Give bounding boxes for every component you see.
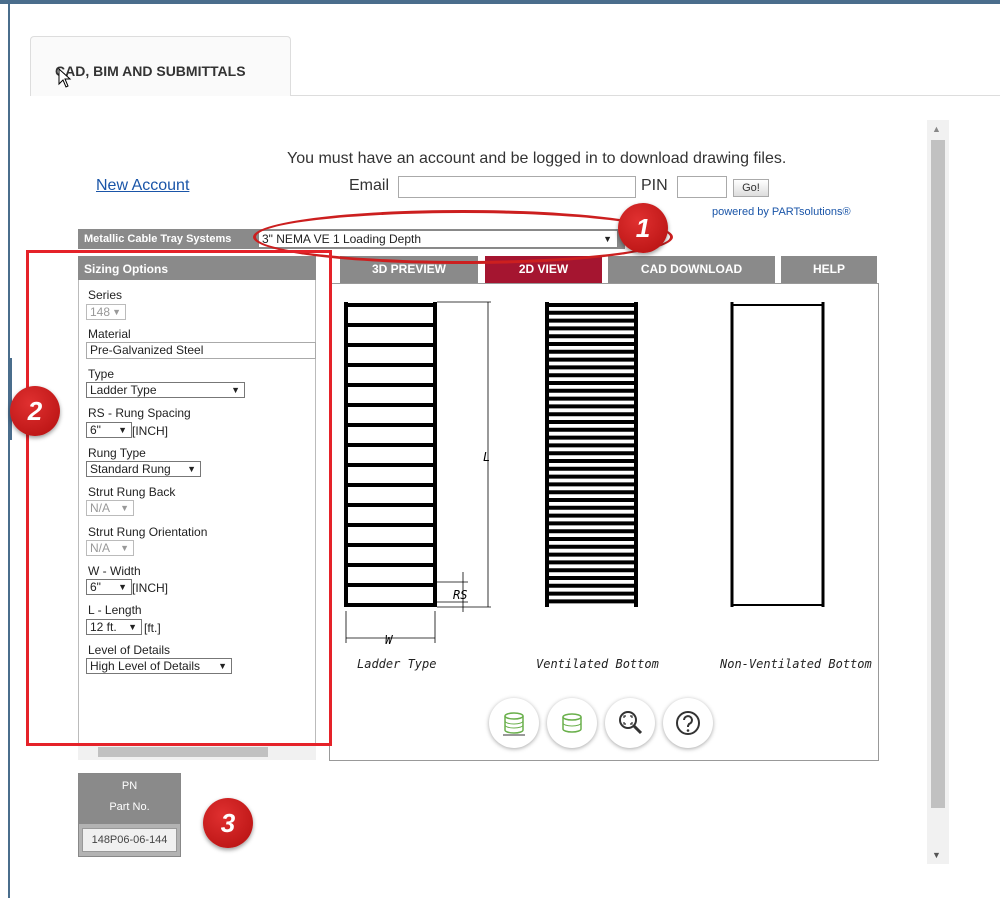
tab-help[interactable]: HELP bbox=[781, 256, 877, 283]
non-ventilated-bottom-caption: Non-Ventilated Bottom bbox=[720, 657, 872, 671]
email-field[interactable] bbox=[398, 176, 636, 198]
pn-label: PN bbox=[121, 780, 138, 792]
horizontal-scrollbar-thumb[interactable] bbox=[98, 747, 268, 757]
part-number-box: PN Part No. 148P06-06-144 bbox=[78, 773, 181, 857]
non-ventilated-bottom-drawing bbox=[730, 302, 825, 607]
go-button[interactable]: Go! bbox=[733, 179, 769, 197]
dim-w-label: W bbox=[385, 633, 394, 645]
tray-view-button[interactable] bbox=[547, 698, 597, 748]
pin-label: PIN bbox=[641, 177, 668, 194]
powered-by-link[interactable]: powered by PARTsolutions® bbox=[712, 206, 851, 218]
pin-field[interactable] bbox=[677, 176, 727, 198]
ventilated-slats bbox=[547, 303, 636, 604]
zoom-fit-icon bbox=[619, 711, 643, 735]
callout-badge-1: 1 bbox=[618, 203, 668, 253]
email-label: Email bbox=[349, 177, 390, 194]
measure-tray-button[interactable] bbox=[489, 698, 539, 748]
scroll-down-arrow-icon[interactable]: ▼ bbox=[932, 850, 941, 860]
vertical-scrollbar-thumb[interactable] bbox=[931, 140, 945, 808]
help-button[interactable] bbox=[663, 698, 713, 748]
tray-icon bbox=[562, 713, 582, 733]
left-edge-marker bbox=[8, 358, 12, 440]
new-account-link[interactable]: New Account bbox=[96, 177, 189, 195]
ladder-type-caption: Ladder Type bbox=[357, 657, 437, 671]
category-label: Metallic Cable Tray Systems bbox=[84, 233, 232, 245]
ladder-type-drawing: L RS W bbox=[344, 301, 491, 645]
mouse-cursor-icon bbox=[58, 68, 72, 88]
part-no-label: Part No. bbox=[109, 801, 150, 813]
help-icon bbox=[676, 711, 700, 735]
part-number-header: PN Part No. bbox=[79, 774, 180, 824]
part-number-value: 148P06-06-144 bbox=[82, 828, 177, 852]
window-left-border bbox=[8, 4, 10, 898]
dim-l-label: L bbox=[483, 450, 490, 464]
window-top-border bbox=[0, 0, 1000, 4]
ventilated-bottom-caption: Ventilated Bottom bbox=[536, 657, 659, 671]
tab-label: CAD, BIM AND SUBMITTALS bbox=[55, 63, 246, 79]
tab-cad-download[interactable]: CAD DOWNLOAD bbox=[608, 256, 775, 283]
ladder-rungs bbox=[346, 303, 435, 607]
measure-tray-icon bbox=[503, 712, 525, 736]
callout-2-highlight bbox=[26, 250, 332, 746]
dim-rs-label: RS bbox=[453, 588, 467, 602]
callout-badge-3: 3 bbox=[203, 798, 253, 848]
tab-bar-line bbox=[290, 95, 1000, 96]
scroll-up-arrow-icon[interactable]: ▲ bbox=[932, 124, 941, 134]
ventilated-bottom-drawing bbox=[545, 302, 638, 607]
callout-badge-2: 2 bbox=[10, 386, 60, 436]
zoom-fit-button[interactable] bbox=[605, 698, 655, 748]
login-message: You must have an account and be logged i… bbox=[287, 150, 787, 167]
